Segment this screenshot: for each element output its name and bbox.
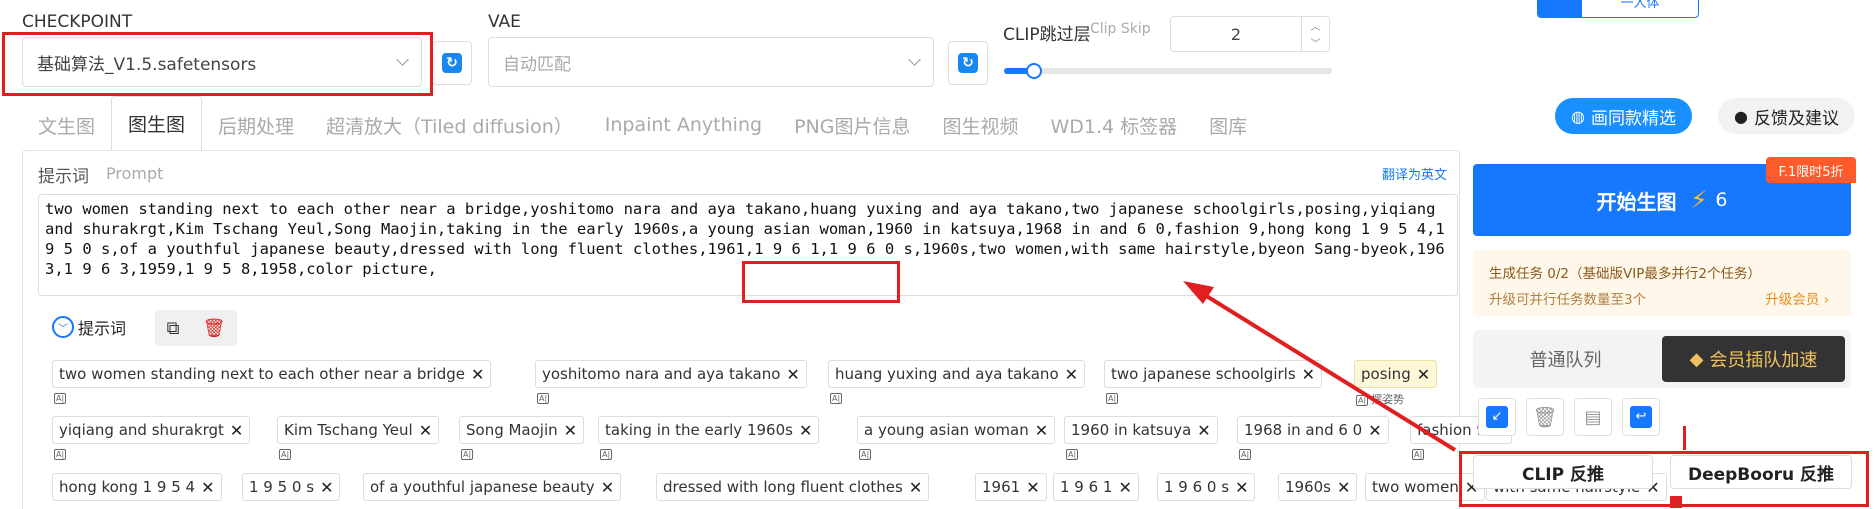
annotation-arrow (1183, 281, 1457, 452)
arrow-head (1183, 281, 1214, 304)
arrow-line (1198, 290, 1457, 452)
